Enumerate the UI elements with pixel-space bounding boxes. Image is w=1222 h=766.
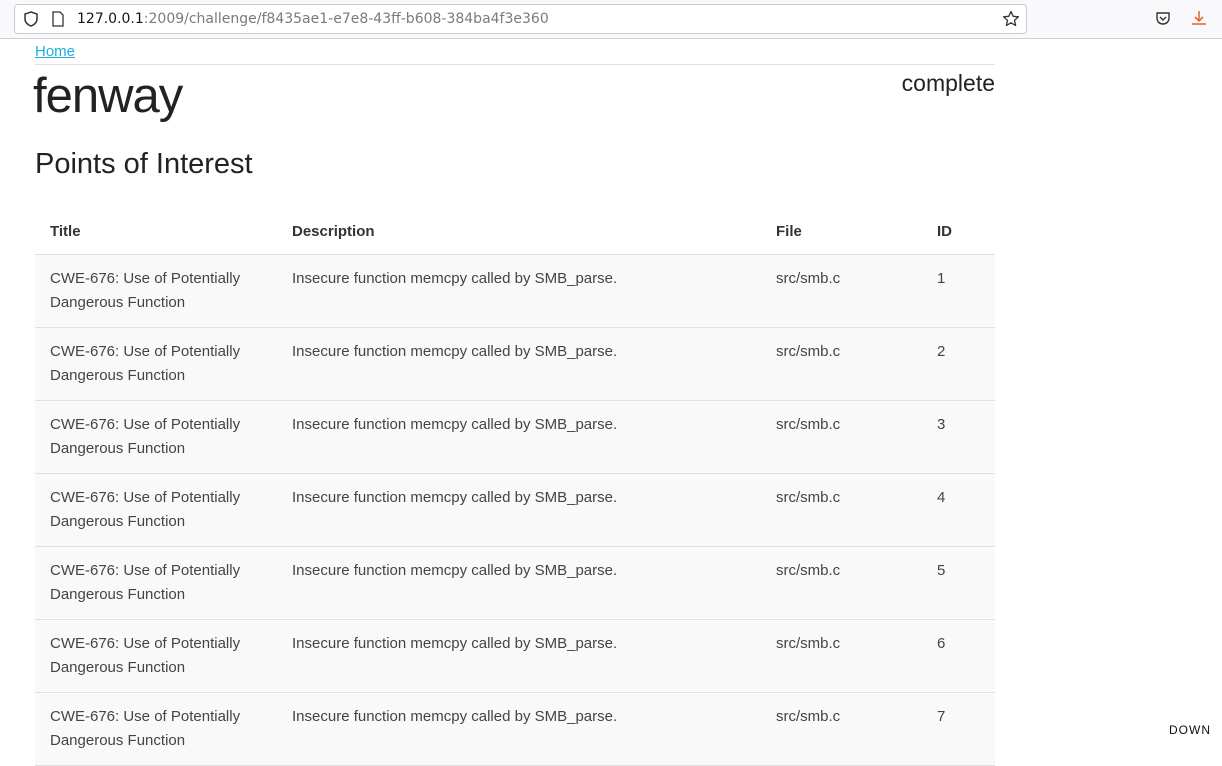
url-path: :2009/challenge/f8435ae1-e7e8-43ff-b608-…: [143, 11, 549, 27]
url-text[interactable]: 127.0.0.1:2009/challenge/f8435ae1-e7e8-4…: [77, 11, 549, 27]
pocket-icon[interactable]: [1155, 10, 1171, 26]
table-row: CWE-676: Use of Potentially Dangerous Fu…: [35, 254, 995, 328]
url-host: 127.0.0.1: [77, 11, 144, 27]
table-row: CWE-676: Use of Potentially Dangerous Fu…: [35, 619, 995, 693]
cell-description: Insecure function memcpy called by SMB_p…: [277, 619, 761, 693]
column-header-description: Description: [277, 208, 761, 255]
cell-title: CWE-676: Use of Potentially Dangerous Fu…: [35, 327, 277, 401]
url-bar[interactable]: 127.0.0.1:2009/challenge/f8435ae1-e7e8-4…: [14, 4, 1027, 34]
cell-id: 5: [922, 546, 995, 620]
challenge-title: fenway: [33, 69, 183, 123]
cell-file: src/smb.c: [761, 692, 922, 766]
cell-description: Insecure function memcpy called by SMB_p…: [277, 254, 761, 328]
cell-description: Insecure function memcpy called by SMB_p…: [277, 400, 761, 474]
cell-id: 2: [922, 327, 995, 401]
bookmark-star-icon[interactable]: [1002, 10, 1020, 28]
cell-file: src/smb.c: [761, 400, 922, 474]
divider: [35, 64, 995, 65]
cell-id: 6: [922, 619, 995, 693]
cell-title: CWE-676: Use of Potentially Dangerous Fu…: [35, 546, 277, 620]
cell-description: Insecure function memcpy called by SMB_p…: [277, 546, 761, 620]
table-row: CWE-676: Use of Potentially Dangerous Fu…: [35, 473, 995, 547]
table-row: CWE-676: Use of Potentially Dangerous Fu…: [35, 692, 995, 766]
cell-id: 1: [922, 254, 995, 328]
points-of-interest-table: Title Description File ID CWE-676: Use o…: [35, 208, 995, 766]
cell-description: Insecure function memcpy called by SMB_p…: [277, 692, 761, 766]
shield-icon[interactable]: [23, 11, 39, 27]
column-header-title: Title: [35, 208, 277, 255]
cell-file: src/smb.c: [761, 254, 922, 328]
home-link[interactable]: Home: [35, 43, 75, 60]
table-row: CWE-676: Use of Potentially Dangerous Fu…: [35, 546, 995, 620]
column-header-file: File: [761, 208, 922, 255]
cell-description: Insecure function memcpy called by SMB_p…: [277, 327, 761, 401]
cell-id: 3: [922, 400, 995, 474]
cell-title: CWE-676: Use of Potentially Dangerous Fu…: [35, 692, 277, 766]
page-icon: [52, 11, 64, 27]
cell-title: CWE-676: Use of Potentially Dangerous Fu…: [35, 400, 277, 474]
table-row: CWE-676: Use of Potentially Dangerous Fu…: [35, 327, 995, 401]
table-header-row: Title Description File ID: [35, 208, 995, 255]
cell-id: 4: [922, 473, 995, 547]
cell-id: 7: [922, 692, 995, 766]
cell-title: CWE-676: Use of Potentially Dangerous Fu…: [35, 619, 277, 693]
section-heading: Points of Interest: [35, 148, 253, 180]
cell-file: src/smb.c: [761, 546, 922, 620]
cell-title: CWE-676: Use of Potentially Dangerous Fu…: [35, 473, 277, 547]
cell-file: src/smb.c: [761, 619, 922, 693]
status-label: complete: [901, 70, 995, 96]
cell-description: Insecure function memcpy called by SMB_p…: [277, 473, 761, 547]
cell-title: CWE-676: Use of Potentially Dangerous Fu…: [35, 254, 277, 328]
browser-toolbar: 127.0.0.1:2009/challenge/f8435ae1-e7e8-4…: [0, 0, 1222, 39]
column-header-id: ID: [922, 208, 995, 255]
table-row: CWE-676: Use of Potentially Dangerous Fu…: [35, 400, 995, 474]
cell-file: src/smb.c: [761, 327, 922, 401]
scroll-down-label[interactable]: DOWN: [1169, 723, 1211, 737]
cell-file: src/smb.c: [761, 473, 922, 547]
download-icon[interactable]: [1190, 9, 1208, 27]
